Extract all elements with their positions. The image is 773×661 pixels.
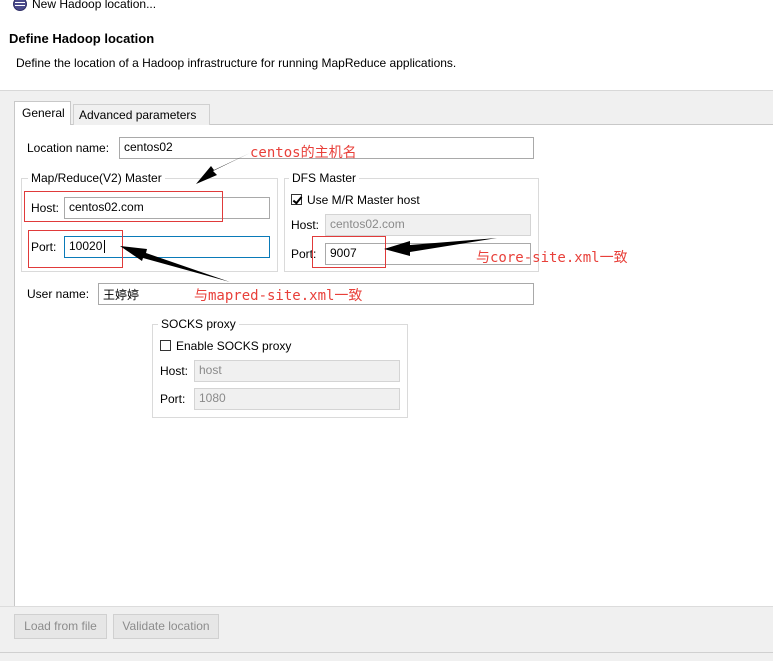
enable-socks-label: Enable SOCKS proxy [176, 339, 292, 353]
socks-proxy-title: SOCKS proxy [158, 317, 239, 331]
use-mr-master-label: Use M/R Master host [307, 193, 420, 207]
highlight-mr-host [24, 191, 223, 222]
mapreduce-master-title: Map/Reduce(V2) Master [28, 171, 165, 185]
dfs-host-input[interactable]: centos02.com [325, 214, 531, 236]
highlight-mr-port [28, 230, 123, 268]
dfs-master-title: DFS Master [289, 171, 360, 185]
socks-host-label: Host: [160, 364, 189, 378]
validate-location-button[interactable]: Validate location [113, 614, 219, 639]
annotation-core-site: 与core-site.xml一致 [476, 250, 628, 266]
dialog-header [0, 14, 773, 91]
window-title: New Hadoop location... [32, 0, 157, 11]
socks-host-input[interactable]: host [194, 360, 400, 382]
user-name-label: User name: [27, 287, 90, 301]
socks-port-label: Port: [160, 392, 186, 406]
tab-general[interactable]: General [14, 101, 71, 125]
dfs-host-label: Host: [291, 218, 320, 232]
socks-port-input[interactable]: 1080 [194, 388, 400, 410]
highlight-dfs-port [312, 236, 386, 268]
annotation-mapred-site: 与mapred-site.xml一致 [194, 288, 363, 304]
bottom-divider [0, 652, 773, 653]
enable-socks-checkbox[interactable] [160, 340, 171, 351]
dialog-title: Define Hadoop location [9, 31, 155, 46]
annotation-centos-hostname: centos的主机名 [250, 145, 357, 161]
location-name-label: Location name: [27, 141, 110, 155]
load-from-file-button[interactable]: Load from file [14, 614, 107, 639]
dialog-description: Define the location of a Hadoop infrastr… [16, 56, 457, 70]
tab-advanced-parameters[interactable]: Advanced parameters [73, 104, 210, 125]
use-mr-master-checkbox[interactable] [291, 194, 302, 205]
